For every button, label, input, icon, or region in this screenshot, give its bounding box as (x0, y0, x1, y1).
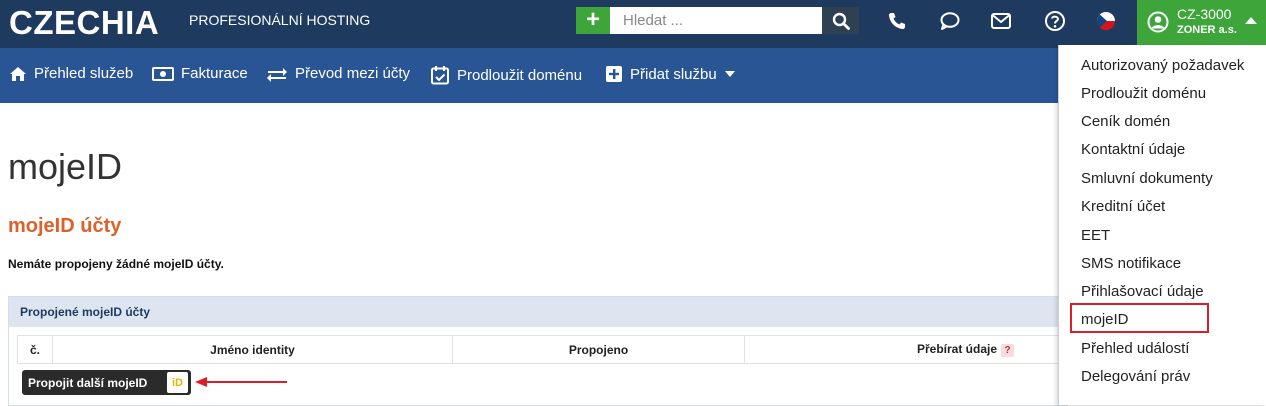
column-header-linked[interactable]: Propojeno (452, 335, 745, 364)
column-header-take-data-label: Přebírat údaje (917, 342, 998, 357)
nav-label: Fakturace (181, 65, 248, 82)
phone-icon[interactable] (884, 8, 910, 34)
menu-item-contract-documents[interactable]: Smluvní dokumenty (1081, 170, 1213, 187)
user-company: ZONER a.s. (1177, 24, 1237, 36)
czech-flag-icon[interactable] (1093, 8, 1119, 34)
column-header-take-data[interactable]: Přebírat údaje? (744, 335, 1069, 364)
nav-item-account-transfer[interactable]: Převod mezi účty (266, 65, 410, 82)
linked-accounts-table: č. Jméno identity Propojeno Přebírat úda… (17, 335, 1069, 364)
mail-icon[interactable] (988, 8, 1014, 34)
nav-item-billing[interactable]: Fakturace (152, 65, 248, 82)
no-accounts-notice: Nemáte propojeny žádné mojeID účty. (8, 257, 224, 271)
search-input[interactable] (610, 7, 822, 34)
nav-item-add-service[interactable]: Přidat službu (605, 65, 735, 83)
search-icon (832, 12, 850, 30)
column-header-identity-name[interactable]: Jméno identity (52, 335, 453, 364)
menu-item-domain-pricing[interactable]: Ceník domén (1081, 113, 1170, 130)
menu-item-renew-domain[interactable]: Prodloužit doménu (1081, 85, 1206, 102)
user-code: CZ-3000 (1177, 6, 1232, 22)
page-title: mojeID (8, 146, 123, 187)
home-icon (10, 66, 26, 81)
nav-label: Převod mezi účty (295, 65, 411, 82)
user-icon (1147, 11, 1169, 33)
transfer-icon (267, 67, 287, 82)
nav-label: Přehled služeb (34, 65, 134, 82)
menu-item-sms-notifications[interactable]: SMS notifikace (1081, 255, 1181, 272)
nav-label: Prodloužit doménu (457, 66, 583, 84)
caret-up-icon (1245, 17, 1257, 24)
menu-item-eet[interactable]: EET (1081, 227, 1110, 244)
quick-add-button[interactable]: + (576, 7, 610, 34)
nav-item-services-overview[interactable]: Přehled služeb (9, 65, 133, 82)
top-bar: CZECHIA PROFESIONÁLNÍ HOSTING + Hledat .… (0, 0, 1266, 48)
search-button[interactable] (822, 7, 859, 34)
mojeid-logo-icon: iD (167, 372, 188, 393)
connect-mojeid-button[interactable]: Propojit další mojeID iD (22, 370, 191, 395)
column-header-number[interactable]: č. (17, 335, 53, 364)
money-icon (152, 66, 174, 81)
mojeid-logo-text: iD (172, 376, 183, 389)
nav-label: Přidat službu (630, 65, 717, 83)
help-question-icon[interactable]: ? (1001, 343, 1015, 357)
calendar-check-icon (431, 66, 449, 85)
menu-item-credit-account[interactable]: Kreditní účet (1081, 198, 1165, 215)
nav-item-renew-domain[interactable]: Prodloužit doménu (430, 65, 582, 85)
menu-item-event-overview[interactable]: Přehled událostí (1081, 340, 1189, 357)
tagline: PROFESIONÁLNÍ HOSTING (189, 12, 371, 28)
help-icon[interactable] (1042, 8, 1068, 34)
connect-mojeid-label: Propojit další mojeID (28, 375, 148, 390)
table-header-row: č. Jméno identity Propojeno Přebírat úda… (17, 335, 1069, 364)
plus-square-icon (606, 66, 622, 82)
user-menu-button[interactable]: CZ-3000 ZONER a.s. (1137, 0, 1266, 45)
caret-down-icon (724, 71, 735, 77)
highlight-box-annotation (1070, 303, 1209, 333)
panel-title: Propojené mojeID účty (9, 297, 1067, 327)
user-dropdown-menu: Autorizovaný požadavek Prodloužit doménu… (1058, 45, 1266, 405)
menu-item-delegation[interactable]: Delegování práv (1081, 368, 1190, 385)
menu-item-contact-details[interactable]: Kontaktní údaje (1081, 141, 1185, 158)
menu-item-authorized-request[interactable]: Autorizovaný požadavek (1081, 57, 1244, 74)
menu-item-login-details[interactable]: Přihlašovací údaje (1081, 283, 1204, 300)
section-title: mojeID účty (8, 215, 122, 237)
red-arrow-annotation (195, 377, 287, 387)
czechia-logo[interactable]: CZECHIA (9, 4, 159, 42)
chat-icon[interactable] (937, 8, 963, 34)
